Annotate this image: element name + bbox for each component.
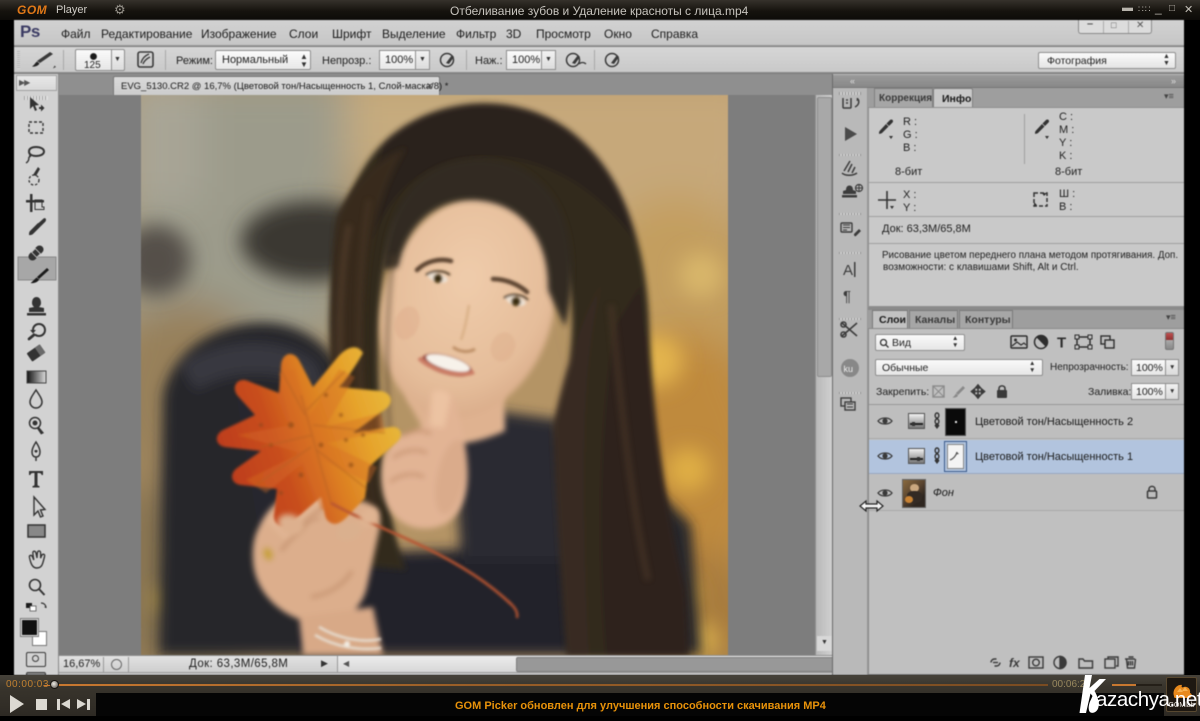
svg-text:azachya.net: azachya.net [1096,688,1200,711]
svg-text:fx: fx [1009,656,1021,670]
svg-text:T: T [1057,335,1066,352]
svg-text:¶: ¶ [843,288,851,305]
svg-text:A: A [843,262,853,279]
svg-text:ku: ku [844,364,854,374]
